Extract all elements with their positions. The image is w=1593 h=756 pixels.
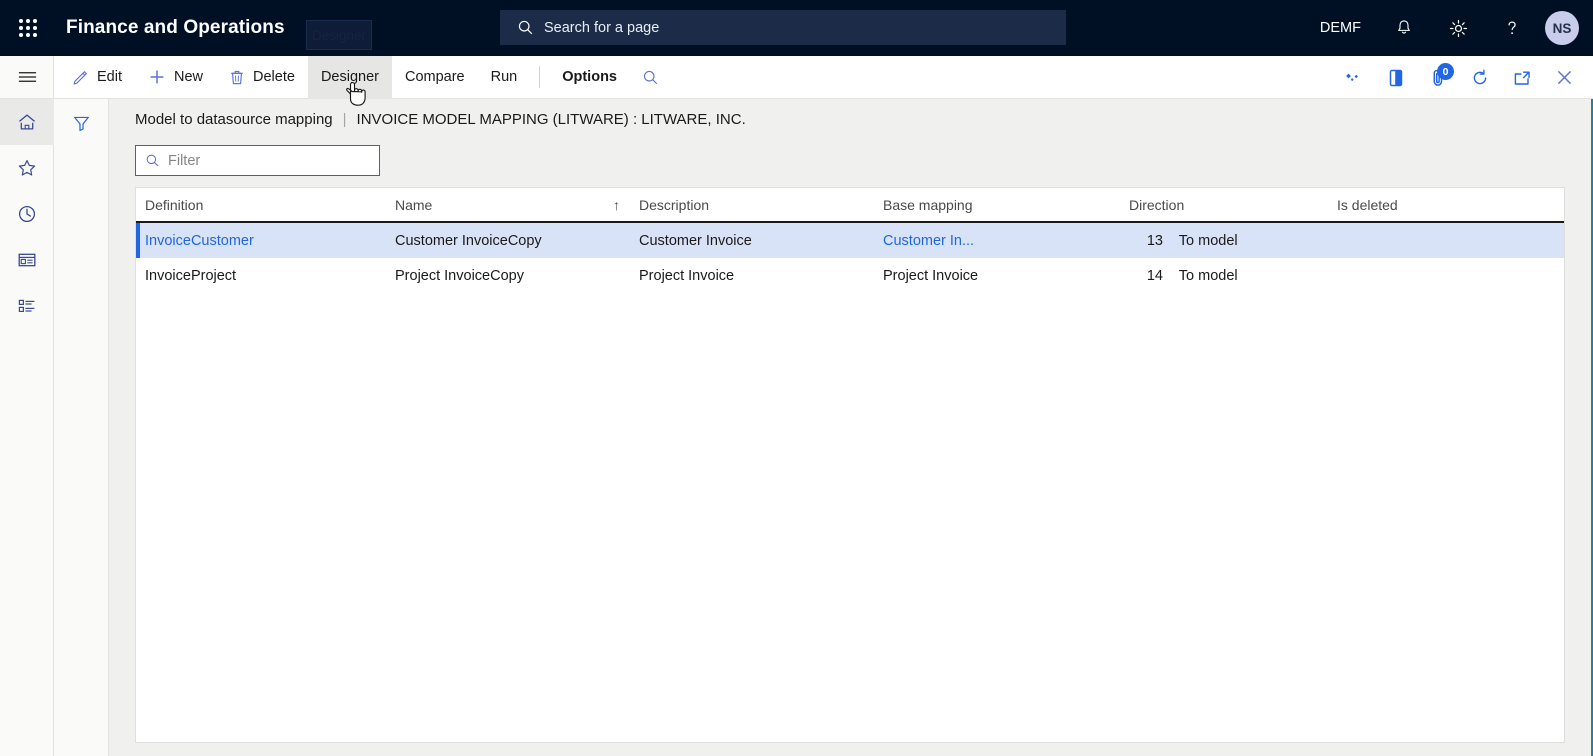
cell-base-mapping[interactable]: Customer In... <box>874 222 1120 258</box>
global-search-input[interactable]: Search for a page <box>500 10 1066 45</box>
column-header-description[interactable]: Description <box>630 188 874 223</box>
column-header-direction[interactable]: Direction <box>1120 188 1328 223</box>
table-row[interactable]: InvoiceProject Project InvoiceCopy Proje… <box>136 258 1564 294</box>
personalize-diamond-icon[interactable] <box>1333 56 1375 99</box>
options-button[interactable]: Options <box>549 56 630 99</box>
column-header-definition-label: Definition <box>145 196 204 213</box>
column-header-name[interactable]: Name ↑ <box>386 188 630 223</box>
cell-definition[interactable]: InvoiceCustomer <box>136 222 386 258</box>
action-pane-toolbar: Edit New Delete Designer Compare Run Opt… <box>0 55 1593 99</box>
sidebar-item-favorites[interactable] <box>0 145 54 191</box>
action-pane-buttons: Edit New Delete Designer Compare Run Opt… <box>59 55 671 99</box>
cell-is-deleted[interactable] <box>1328 258 1564 294</box>
cell-description[interactable]: Customer Invoice <box>630 222 874 258</box>
cell-direction-number: 13 <box>1146 232 1163 249</box>
close-icon[interactable] <box>1543 56 1585 99</box>
options-button-label: Options <box>562 69 617 85</box>
open-in-new-window-icon[interactable] <box>1501 56 1543 99</box>
cell-direction-label: To model <box>1178 232 1238 249</box>
data-grid: Definition Name ↑ Description Base mappi… <box>135 187 1565 743</box>
cell-name[interactable]: Customer InvoiceCopy <box>386 222 630 258</box>
column-header-direction-label: Direction <box>1129 196 1185 213</box>
new-button-label: New <box>174 69 204 85</box>
edit-button-label: Edit <box>97 69 122 85</box>
filter-pane <box>54 99 109 756</box>
edit-button[interactable]: Edit <box>59 56 135 99</box>
column-header-base-mapping[interactable]: Base mapping <box>874 188 1120 223</box>
search-icon <box>145 153 160 168</box>
toolbar-search-icon[interactable] <box>630 56 671 99</box>
toolbar-divider <box>539 66 541 88</box>
cell-is-deleted[interactable] <box>1328 222 1564 258</box>
top-navigation-bar: Finance and Operations Search for a page… <box>0 0 1593 56</box>
compare-button-label: Compare <box>404 69 465 85</box>
app-title: Finance and Operations <box>66 17 285 38</box>
search-icon <box>517 19 534 36</box>
run-button-label: Run <box>490 69 518 85</box>
sidebar-item-modules[interactable] <box>0 283 54 329</box>
cell-direction[interactable]: 13 To model <box>1120 222 1328 258</box>
new-button[interactable]: New <box>135 56 216 99</box>
delete-button[interactable]: Delete <box>216 56 308 99</box>
breadcrumb: Model to datasource mapping | INVOICE MO… <box>135 111 746 128</box>
global-search-placeholder: Search for a page <box>544 19 660 36</box>
cell-base-mapping[interactable]: Project Invoice <box>874 258 1120 294</box>
filter-input[interactable]: Filter <box>135 145 380 176</box>
sidebar-item-recent[interactable] <box>0 191 54 237</box>
column-header-definition[interactable]: Definition <box>136 188 386 223</box>
pencil-icon <box>72 69 89 86</box>
delete-button-label: Delete <box>253 69 295 85</box>
column-header-name-label: Name <box>395 196 433 213</box>
sidebar-item-workspaces[interactable] <box>0 237 54 283</box>
column-header-description-label: Description <box>639 196 710 213</box>
app-window: Finance and Operations Search for a page… <box>0 0 1593 756</box>
avatar[interactable]: NS <box>1545 11 1579 45</box>
run-button[interactable]: Run <box>478 56 531 99</box>
column-header-is-deleted[interactable]: Is deleted <box>1328 188 1564 223</box>
cell-name[interactable]: Project InvoiceCopy <box>386 258 630 294</box>
help-question-icon[interactable] <box>1485 0 1539 56</box>
action-pane-right-icons: 0 <box>1333 56 1585 99</box>
attachments-count-badge: 0 <box>1437 63 1454 80</box>
hamburger-menu-icon[interactable] <box>0 56 54 99</box>
left-navigation-rail <box>0 56 54 756</box>
cell-direction[interactable]: 14 To model <box>1120 258 1328 294</box>
filter-input-placeholder: Filter <box>168 152 201 169</box>
column-header-is-deleted-label: Is deleted <box>1337 196 1398 213</box>
refresh-icon[interactable] <box>1459 56 1501 99</box>
plus-icon <box>148 68 166 86</box>
cell-direction-label: To model <box>1178 268 1238 284</box>
compare-button[interactable]: Compare <box>392 56 478 99</box>
definition-link[interactable]: InvoiceCustomer <box>145 233 254 249</box>
grid-header-row: Definition Name ↑ Description Base mappi… <box>136 188 1564 223</box>
designer-tooltip: Designer <box>306 20 372 50</box>
base-mapping-link[interactable]: Customer In... <box>883 233 974 249</box>
column-header-base-mapping-label: Base mapping <box>883 196 973 213</box>
bell-icon[interactable] <box>1377 0 1431 56</box>
table-row[interactable]: InvoiceCustomer Customer InvoiceCopy Cus… <box>136 222 1564 258</box>
office-app-icon[interactable] <box>1375 56 1417 99</box>
trash-icon <box>229 69 245 86</box>
breadcrumb-separator: | <box>342 111 347 128</box>
sidebar-item-home[interactable] <box>0 99 54 145</box>
page-title: INVOICE MODEL MAPPING (LITWARE) : LITWAR… <box>356 111 746 128</box>
cell-definition[interactable]: InvoiceProject <box>136 258 386 294</box>
app-launcher-icon[interactable] <box>0 0 56 56</box>
sort-ascending-icon: ↑ <box>613 196 620 213</box>
designer-button[interactable]: Designer <box>307 55 392 99</box>
designer-button-label: Designer <box>320 69 379 85</box>
company-selector[interactable]: DEMF <box>1304 20 1377 36</box>
cell-direction-number: 14 <box>1146 268 1163 284</box>
top-bar-right-group: DEMF NS <box>1304 0 1593 56</box>
page-content: Model to datasource mapping | INVOICE MO… <box>110 99 1591 756</box>
filter-funnel-icon[interactable] <box>54 99 109 147</box>
attachments-icon[interactable]: 0 <box>1417 56 1459 99</box>
gear-icon[interactable] <box>1431 0 1485 56</box>
breadcrumb-parent[interactable]: Model to datasource mapping <box>135 111 333 128</box>
cell-description[interactable]: Project Invoice <box>630 258 874 294</box>
